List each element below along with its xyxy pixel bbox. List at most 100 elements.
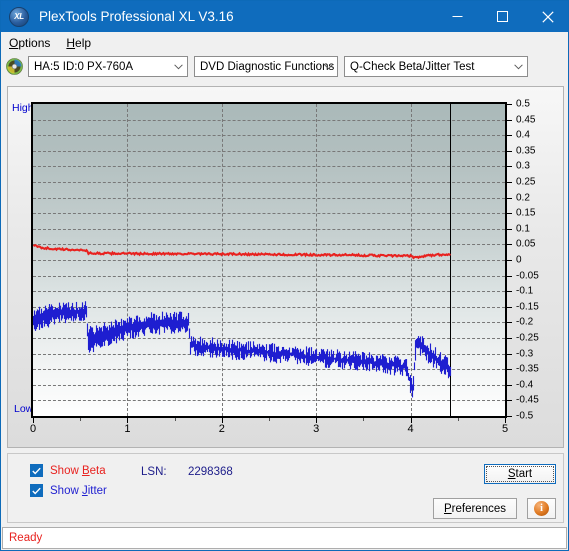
- y-axis-tick-mark: [507, 182, 512, 183]
- y-axis-tick-mark: [507, 338, 512, 339]
- y-axis-tick-label: -0.05: [516, 270, 539, 282]
- y-axis-tick-mark: [507, 119, 512, 121]
- y-axis-tick-mark: [507, 369, 512, 371]
- plextools-window: XL PlexTools Professional XL V3.16 Optio…: [0, 0, 569, 551]
- y-axis-tick-label: 0.5: [516, 98, 530, 110]
- info-button[interactable]: i: [527, 498, 556, 519]
- maximize-icon[interactable]: [480, 1, 525, 32]
- lsn-value: 2298368: [188, 466, 233, 478]
- x-axis-tick-label: 5: [501, 423, 509, 435]
- x-axis-tick-label: 0: [29, 423, 37, 435]
- show-beta-checkbox[interactable]: [30, 464, 43, 477]
- drive-select-value: HA:5 ID:0 PX-760A: [34, 60, 134, 73]
- status-text: Ready: [9, 532, 43, 544]
- x-axis-minor-tick: [363, 418, 365, 421]
- chevron-down-icon: [174, 57, 183, 76]
- y-axis-tick-mark: [507, 400, 512, 402]
- chevron-down-icon: [324, 57, 333, 76]
- x-axis-tick-label: 4: [407, 423, 414, 435]
- disc-icon: [6, 58, 23, 75]
- menu-bar: Options Help: [1, 32, 568, 54]
- y-axis-tick-label: -0.4: [516, 379, 534, 391]
- y-axis-tick-label: 0.15: [516, 207, 536, 219]
- y-axis-tick-mark: [507, 384, 512, 386]
- jitter-band: [33, 301, 452, 398]
- menu-item-options[interactable]: Options: [9, 36, 50, 50]
- start-button[interactable]: Start: [484, 464, 556, 484]
- show-beta-label: Show Beta: [50, 464, 106, 477]
- y-axis-tick-label: 0.45: [516, 114, 536, 126]
- close-icon[interactable]: [525, 1, 568, 32]
- chart-curves: [33, 244, 452, 398]
- show-beta-checkbox-row[interactable]: Show Beta: [30, 464, 106, 477]
- preferences-button-label: Preferences: [443, 502, 506, 515]
- toolbar: HA:5 ID:0 PX-760A DVD Diagnostic Functio…: [1, 54, 568, 79]
- beta-line: [33, 244, 452, 260]
- y-axis-tick-mark: [507, 275, 512, 277]
- x-axis-minor-tick: [269, 418, 270, 421]
- x-axis-tick-mark: [505, 418, 506, 423]
- y-axis-tick-label: -0.25: [516, 332, 539, 344]
- plot-area: [31, 102, 507, 418]
- y-axis-tick-mark: [507, 322, 512, 324]
- y-axis-tick-mark: [507, 197, 512, 199]
- start-button-label: Start: [507, 468, 533, 480]
- title-bar: XL PlexTools Professional XL V3.16: [1, 1, 568, 32]
- chart-panel: High Low 0.5 0.45 0.4 0.35 0.3 0.25 0.2 0.15 0.1…: [7, 86, 564, 448]
- show-jitter-checkbox[interactable]: [30, 484, 43, 497]
- test-select[interactable]: Q-Check Beta/Jitter Test: [344, 56, 528, 77]
- y-axis-tick-label: 0.35: [516, 145, 536, 157]
- function-select[interactable]: DVD Diagnostic Functions: [194, 56, 338, 77]
- x-axis-tick-mark: [127, 418, 129, 423]
- y-axis-tick-label: 0.2: [516, 192, 530, 204]
- y-axis-tick-mark: [507, 213, 512, 215]
- minimize-icon[interactable]: [435, 1, 480, 32]
- chevron-down-icon: [514, 57, 523, 76]
- x-axis-tick-mark: [316, 418, 318, 423]
- y-axis-tick-mark: [507, 244, 512, 246]
- drive-select[interactable]: HA:5 ID:0 PX-760A: [28, 56, 188, 77]
- controls-panel: Show Beta Show Jitter LSN: 2298368 Start…: [7, 453, 564, 523]
- y-axis-tick-mark: [507, 260, 512, 261]
- y-axis-tick-label: -0.45: [516, 394, 539, 406]
- x-axis-tick-mark: [221, 418, 223, 423]
- x-axis-tick-mark: [410, 418, 412, 423]
- y-axis-tick-label: 0.4: [516, 129, 530, 141]
- y-axis-tick-label: 0.25: [516, 176, 536, 188]
- y-axis-tick-mark: [507, 291, 512, 293]
- x-axis-tick-label: 1: [124, 423, 131, 435]
- function-select-value: DVD Diagnostic Functions: [200, 60, 335, 73]
- y-axis-tick-label: -0.35: [516, 363, 539, 375]
- y-axis-tick-mark: [507, 135, 512, 137]
- test-select-value: Q-Check Beta/Jitter Test: [350, 60, 475, 73]
- y-axis-tick-mark: [507, 104, 512, 105]
- preferences-button[interactable]: Preferences: [433, 498, 517, 519]
- y-axis-tick-label: 0: [516, 254, 522, 266]
- x-axis-tick-mark: [33, 418, 34, 423]
- x-axis-minor-tick: [174, 418, 176, 421]
- x-axis-tick-label: 2: [218, 423, 225, 435]
- y-axis-tick-label: 0.05: [516, 238, 536, 250]
- window-title: PlexTools Professional XL V3.16: [39, 9, 234, 24]
- y-axis-tick-label: -0.5: [516, 410, 534, 422]
- x-axis-tick-label: 3: [313, 423, 320, 435]
- window-controls: [435, 1, 568, 32]
- y-axis-tick-mark: [507, 166, 512, 168]
- show-jitter-label: Show Jitter: [50, 484, 107, 497]
- y-axis-tick-label: -0.15: [516, 301, 539, 313]
- menu-item-help-label: elp: [75, 36, 92, 50]
- y-axis-tick-mark: [507, 353, 512, 355]
- x-axis-minor-tick: [457, 418, 459, 421]
- status-bar: Ready: [2, 527, 567, 549]
- y-axis-tick-label: 0.1: [516, 223, 530, 235]
- show-jitter-checkbox-row[interactable]: Show Jitter: [30, 484, 107, 497]
- y-axis-tick-label: 0.3: [516, 160, 530, 172]
- x-axis-minor-tick: [80, 418, 82, 421]
- y-axis-tick-mark: [507, 150, 512, 152]
- y-axis-tick-label: -0.2: [516, 316, 534, 328]
- y-axis-tick-mark: [507, 416, 512, 417]
- menu-item-help[interactable]: Help: [66, 36, 91, 50]
- app-icon: XL: [9, 6, 29, 27]
- y-axis-tick-label: -0.3: [516, 348, 534, 360]
- info-icon: i: [534, 501, 549, 516]
